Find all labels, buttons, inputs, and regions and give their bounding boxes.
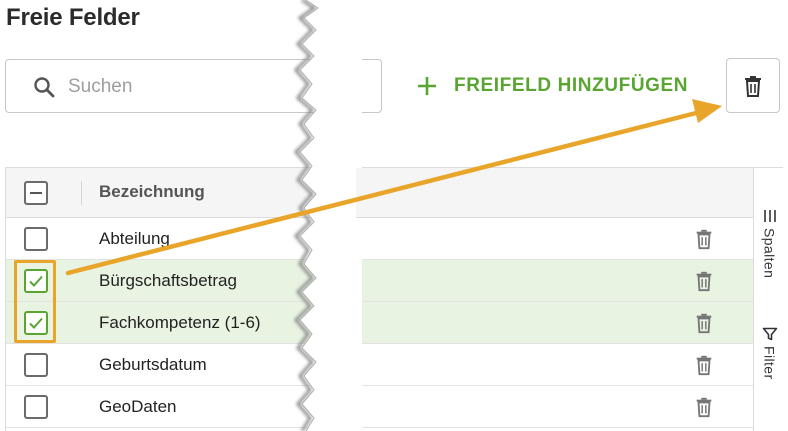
row-label: Bürgschaftsbetrag <box>99 271 237 290</box>
table-row[interactable]: Bürgschaftsbetrag <box>6 260 753 302</box>
select-all-checkbox[interactable] <box>24 181 48 205</box>
row-checkbox[interactable] <box>24 311 48 335</box>
columns-panel-label: Spalten <box>761 228 778 279</box>
filter-panel-label: Filter <box>761 346 778 380</box>
checkmark-icon <box>29 317 43 329</box>
row-checkbox[interactable] <box>24 227 48 251</box>
search-box[interactable] <box>5 59 382 113</box>
data-grid: Bezeichnung Abteilung Bürgschaftsbetrag <box>5 167 783 431</box>
add-freifeld-label: FREIFELD HINZUFÜGEN <box>454 75 689 96</box>
table-row[interactable]: Fachkompetenz (1-6) <box>6 302 753 344</box>
table-row[interactable]: Abteilung <box>6 218 753 260</box>
checkmark-icon <box>29 275 43 287</box>
trash-icon[interactable] <box>693 396 715 418</box>
column-separator[interactable] <box>665 181 666 205</box>
grid-header: Bezeichnung <box>6 168 753 218</box>
column-header-bezeichnung[interactable]: Bezeichnung <box>99 182 205 202</box>
columns-icon <box>763 210 776 222</box>
delete-selected-button[interactable] <box>726 58 780 113</box>
row-checkbox[interactable] <box>24 269 48 293</box>
trash-icon[interactable] <box>693 270 715 292</box>
columns-panel-button[interactable]: Spalten <box>754 208 783 278</box>
add-freifeld-button[interactable]: FREIFELD HINZUFÜGEN <box>410 64 688 108</box>
trash-icon[interactable] <box>693 354 715 376</box>
filter-icon <box>762 327 777 341</box>
search-input[interactable] <box>68 72 368 102</box>
column-filter-icon[interactable] <box>596 183 614 201</box>
trash-icon[interactable] <box>693 312 715 334</box>
plus-icon <box>418 77 436 95</box>
row-checkbox[interactable] <box>24 353 48 377</box>
search-icon <box>34 77 55 98</box>
table-row[interactable]: GeoDaten <box>6 386 753 428</box>
column-menu-icon[interactable] <box>628 183 642 201</box>
trash-icon[interactable] <box>693 228 715 250</box>
side-panel: Spalten Filter <box>753 168 783 431</box>
row-label: Abteilung <box>99 229 170 248</box>
table-row[interactable]: Geburtsdatum <box>6 344 753 386</box>
filter-panel-button[interactable]: Filter <box>754 326 783 380</box>
row-label: Geburtsdatum <box>99 355 207 374</box>
row-label: Fachkompetenz (1-6) <box>99 313 261 332</box>
trash-icon <box>745 75 761 97</box>
row-checkbox[interactable] <box>24 395 48 419</box>
row-label: GeoDaten <box>99 397 177 416</box>
column-separator[interactable] <box>81 181 82 205</box>
page-title: Freie Felder <box>6 4 140 31</box>
